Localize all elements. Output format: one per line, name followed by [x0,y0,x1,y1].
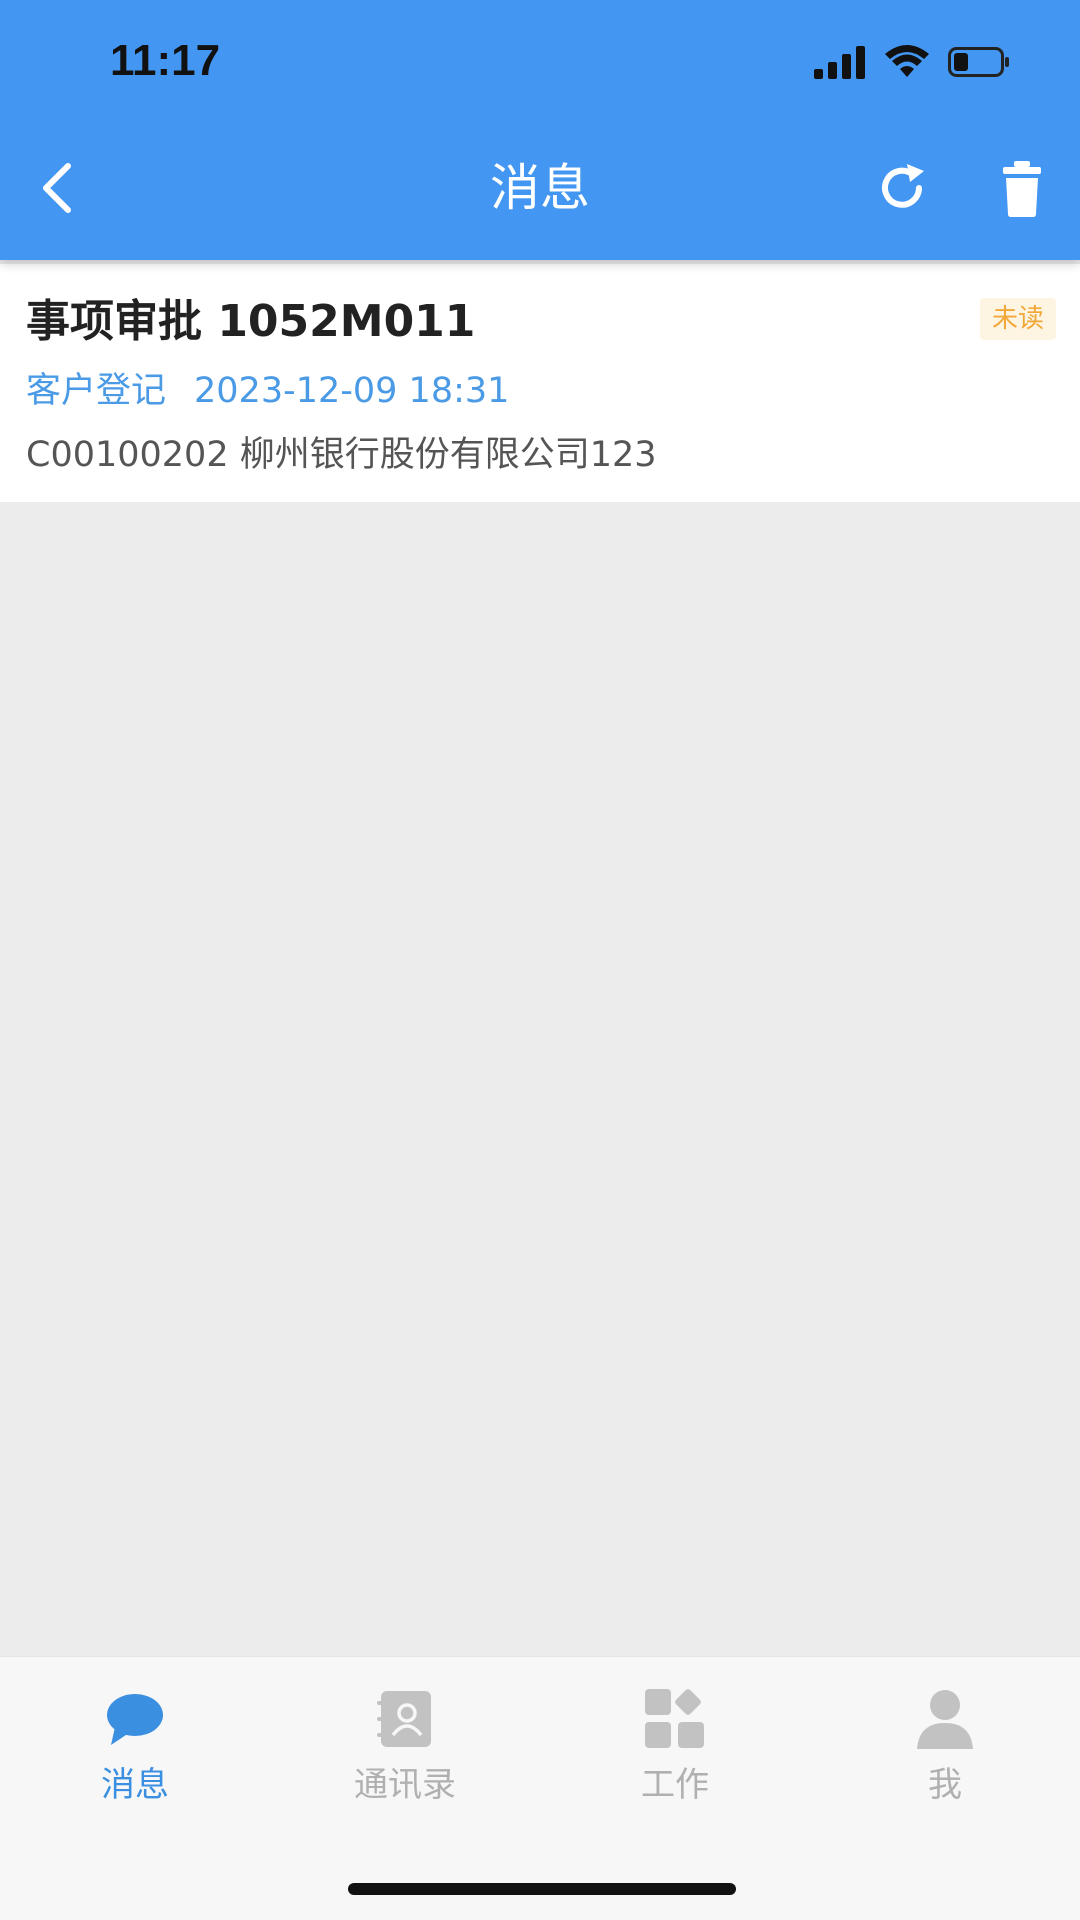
message-title: 事项审批 1052M011 [26,296,476,347]
tab-me[interactable]: 我 [810,1687,1080,1827]
unread-badge: 未读 [979,298,1056,340]
header: 11:17 消息 [0,0,1080,260]
tab-bar: 消息 通讯录 工作 我 [0,1656,1080,1920]
screen: 11:17 消息 事项审批 1052M011 未读 客户登记 2023-12-0… [0,0,1080,1920]
message-meta: 客户登记 2023-12-09 18:31 [26,368,509,414]
status-icons [814,40,1010,84]
tab-contacts[interactable]: 通讯录 [270,1687,540,1827]
wifi-icon [885,45,929,77]
refresh-button[interactable] [872,158,932,218]
tab-messages[interactable]: 消息 [0,1687,270,1827]
trash-icon [1003,161,1041,217]
tab-work[interactable]: 工作 [540,1687,810,1827]
tab-label-me: 我 [928,1765,962,1805]
signal-icon [814,46,865,79]
delete-button[interactable] [992,156,1052,220]
home-indicator [348,1883,736,1895]
message-category: 客户登记 [26,371,167,411]
apps-grid-icon [645,1689,704,1748]
message-card[interactable]: 事项审批 1052M011 未读 客户登记 2023-12-09 18:31 C0… [0,264,1080,502]
message-date: 2023-12-09 18:31 [194,371,510,411]
status-time: 11:17 [110,36,221,85]
tab-label-work: 工作 [641,1765,709,1805]
contacts-book-icon [377,1691,431,1747]
chat-bubble-icon [107,1694,163,1745]
message-body: C00100202 柳州银行股份有限公司123 [26,435,657,475]
tab-label-contacts: 通讯录 [354,1765,456,1805]
tab-label-messages: 消息 [101,1765,169,1805]
battery-icon [948,47,1009,77]
person-icon [917,1690,973,1749]
refresh-icon [882,164,924,208]
